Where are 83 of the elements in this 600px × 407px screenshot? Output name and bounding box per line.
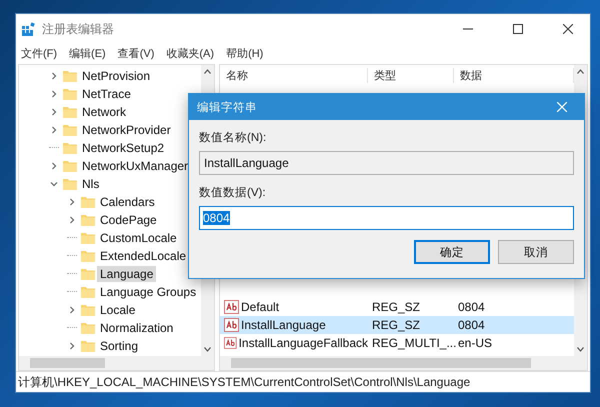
chevron-right-icon[interactable] — [49, 125, 59, 135]
folder-icon — [63, 106, 77, 118]
window-title: 注册表编辑器 — [42, 20, 115, 38]
table-cell-text: REG_SZ — [371, 318, 422, 332]
folder-icon — [81, 322, 95, 334]
tree-item[interactable]: Language — [97, 266, 156, 282]
horizontal-scrollbar[interactable] — [220, 356, 587, 370]
scroll-down-icon[interactable] — [204, 347, 211, 352]
menu-item[interactable]: 帮助(H) — [226, 46, 264, 60]
menu-item[interactable]: 编辑(E) — [69, 46, 106, 60]
field-label: 数值名称(N): — [199, 130, 268, 145]
dialog-button[interactable]: 确定 — [414, 240, 490, 264]
folder-icon — [63, 88, 77, 100]
folder-icon — [81, 250, 95, 262]
chevron-right-icon[interactable] — [49, 89, 59, 99]
chevron-down-icon[interactable] — [49, 179, 59, 189]
chevron-right-icon[interactable] — [49, 107, 59, 117]
table-cell-text: 0804 — [457, 318, 486, 332]
tree-item[interactable]: Normalization — [97, 320, 176, 336]
field-label: 数值数据(V): — [199, 186, 267, 200]
table-cell: InstallLanguage — [241, 318, 326, 332]
tree-item[interactable]: NetProvision — [79, 68, 154, 84]
chevron-right-icon[interactable] — [67, 305, 77, 315]
tree-item[interactable]: Language Groups — [97, 284, 200, 300]
value-data-field[interactable]: 0804 — [199, 206, 574, 230]
folder-icon — [81, 214, 95, 226]
table-cell: Default — [241, 300, 280, 314]
scroll-down-icon[interactable] — [577, 347, 584, 352]
string-value-icon — [224, 336, 237, 350]
table-cell-text: REG_MULTI_... — [371, 336, 454, 350]
tree-item[interactable]: Nls — [79, 176, 102, 192]
table-cell-text: en-US — [457, 336, 494, 350]
chevron-right-icon[interactable] — [67, 197, 77, 207]
table-row[interactable]: Default REG_SZ 0804 — [220, 298, 574, 316]
tree-item[interactable]: Network — [79, 104, 130, 120]
folder-icon — [81, 196, 95, 208]
folder-icon — [81, 286, 95, 298]
folder-icon — [81, 304, 95, 316]
menu-item[interactable]: 文件(F) — [21, 46, 58, 60]
dialog-button[interactable]: 取消 — [498, 240, 574, 264]
registry-app-icon — [22, 22, 36, 36]
column-header[interactable]: 类型 — [368, 68, 454, 82]
horizontal-scrollbar[interactable] — [19, 356, 214, 370]
chevron-right-icon[interactable] — [67, 341, 77, 351]
tree-item[interactable]: Sorting — [97, 338, 142, 354]
folder-icon — [81, 268, 95, 280]
dialog-title: 编辑字符串 — [197, 100, 258, 114]
folder-icon — [63, 142, 77, 154]
tree-item[interactable]: NetworkUxManager — [79, 158, 192, 174]
folder-icon — [63, 70, 77, 82]
chevron-right-icon[interactable] — [49, 161, 59, 171]
registry-path: 计算机\HKEY_LOCAL_MACHINE\SYSTEM\CurrentControlSet\Control\Nls\Language — [18, 374, 470, 390]
tree-item[interactable]: CustomLocale — [97, 230, 180, 246]
scroll-up-icon[interactable] — [204, 69, 211, 74]
string-value-icon — [224, 318, 239, 332]
tree-item[interactable]: CodePage — [97, 212, 160, 228]
tree-item[interactable]: Calendars — [97, 194, 158, 210]
scroll-up-icon[interactable] — [577, 69, 584, 74]
tree-item[interactable]: NetTrace — [79, 86, 134, 102]
chevron-right-icon[interactable] — [67, 215, 77, 225]
tree-item[interactable]: NetworkSetup2 — [79, 140, 168, 156]
minimize-icon[interactable] — [463, 28, 473, 30]
tree-item[interactable]: ExtendedLocale — [97, 248, 190, 264]
string-value-icon — [224, 300, 239, 314]
folder-icon — [63, 178, 77, 190]
column-header[interactable]: 名称 — [220, 68, 368, 82]
tree-item[interactable]: NetworkProvider — [79, 122, 174, 138]
table-cell: InstallLanguageFallback — [238, 336, 368, 350]
menu-item[interactable]: 查看(V) — [118, 46, 154, 60]
maximize-icon[interactable] — [513, 24, 523, 34]
chevron-right-icon[interactable] — [49, 71, 59, 81]
table-row[interactable]: InstallLanguageFallback REG_MULTI_...en-US — [220, 334, 574, 352]
close-icon[interactable] — [563, 24, 573, 34]
table-cell-text: REG_SZ — [371, 300, 422, 314]
menu-item[interactable]: 收藏夹(A) — [166, 46, 214, 60]
folder-icon — [63, 160, 77, 172]
table-cell-text: 0804 — [457, 300, 486, 314]
folder-icon — [81, 232, 95, 244]
folder-icon — [63, 124, 77, 136]
folder-icon — [81, 340, 95, 352]
table-row[interactable]: InstallLanguage REG_SZ 0804 — [220, 316, 574, 334]
value-name-field[interactable]: InstallLanguage — [199, 151, 574, 175]
tree-item[interactable]: Locale — [97, 302, 138, 318]
